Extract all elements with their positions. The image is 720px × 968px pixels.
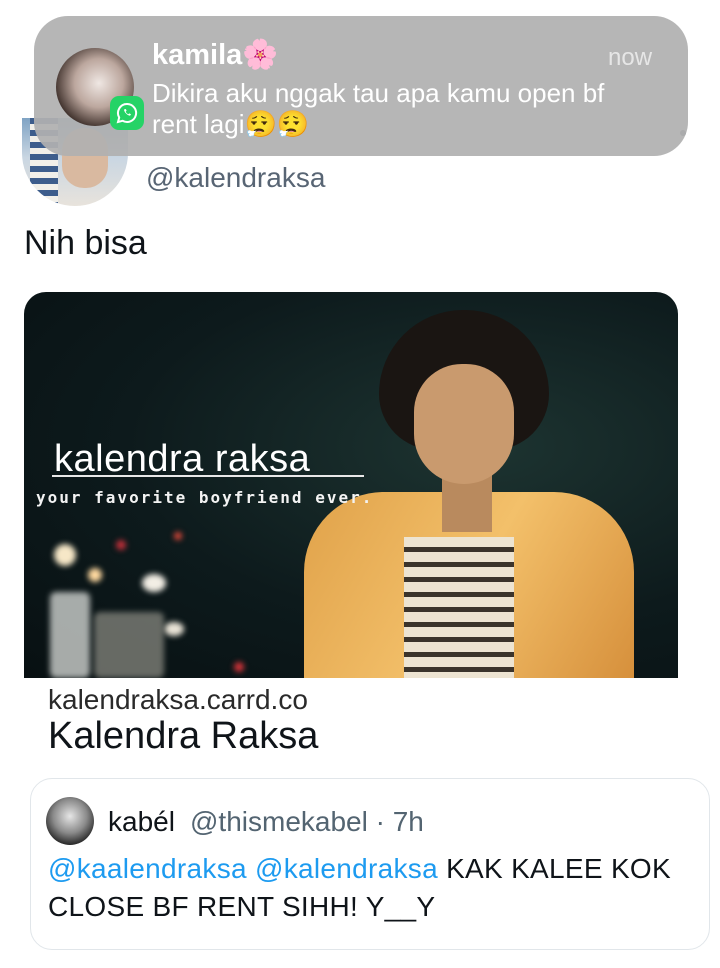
card-title[interactable]: Kalendra Raksa — [48, 715, 318, 758]
quote-text: @kaalendraksa @kalendraksa KAK KALEE KOK… — [48, 850, 688, 926]
notification-sender: kamila🌸 — [152, 39, 279, 71]
link-card-image[interactable] — [24, 292, 678, 678]
quote-author-meta: @thismekabel · 7h — [190, 806, 424, 837]
card-image-divider — [52, 475, 364, 477]
tweet-text: Nih bisa — [24, 224, 147, 262]
notification-message: Dikira aku nggak tau apa kamu open bf re… — [152, 78, 605, 139]
quote-author-avatar[interactable] — [46, 797, 94, 845]
card-image-tagline: your favorite boyfriend ever. — [36, 488, 374, 507]
mention-link[interactable]: @kaalendraksa — [48, 853, 247, 884]
mention-link[interactable]: @kalendraksa — [255, 853, 438, 884]
whatsapp-icon — [110, 96, 144, 130]
card-domain[interactable]: kalendraksa.carrd.co — [48, 684, 308, 716]
notification-time: now — [608, 44, 653, 71]
author-handle[interactable]: @kalendraksa — [146, 162, 325, 194]
quote-author-name[interactable]: kabél — [108, 806, 175, 838]
